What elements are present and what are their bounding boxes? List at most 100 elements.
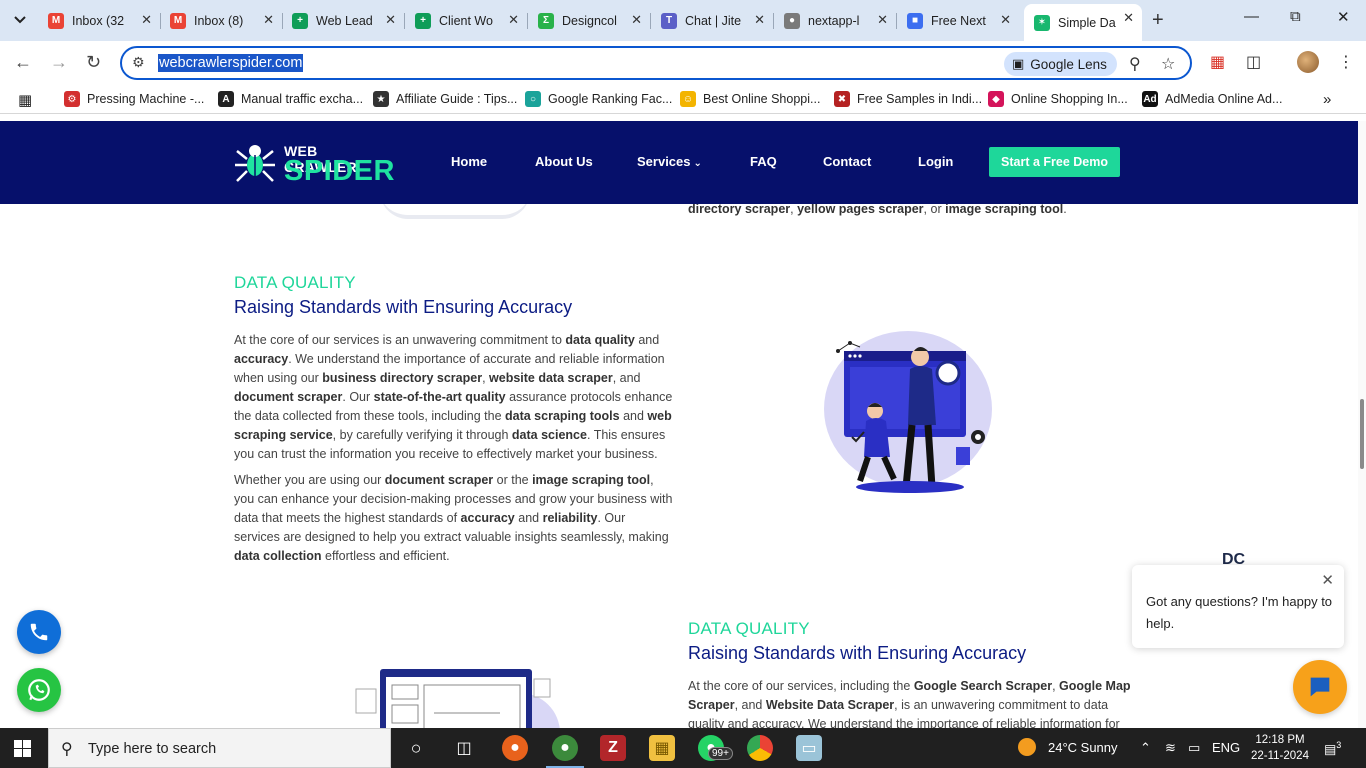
text-run: , <box>482 371 490 385</box>
nav-services[interactable]: Services ⌄ <box>637 154 702 169</box>
file-explorer-icon[interactable]: ▦ <box>649 735 675 761</box>
close-tab-icon[interactable]: ✕ <box>754 12 765 28</box>
bookmark-item[interactable]: ○ Google Ranking Fac... <box>525 91 672 107</box>
task-view-icon[interactable]: ◫ <box>451 735 477 761</box>
windows-start-icon[interactable] <box>14 740 31 757</box>
firefox-icon[interactable]: ● <box>502 735 528 761</box>
weather-icon[interactable] <box>1018 738 1036 759</box>
weather-text[interactable]: 24°C Sunny <box>1048 740 1118 755</box>
more-bookmarks-icon[interactable]: » <box>1323 91 1331 108</box>
browser-tab[interactable]: + Web Lead ✕ <box>282 6 405 35</box>
close-tab-icon[interactable]: ✕ <box>877 12 888 28</box>
notification-count: 3 <box>1336 740 1342 750</box>
bookmark-star-icon[interactable]: ☆ <box>1161 54 1175 74</box>
close-tab-icon[interactable]: ✕ <box>631 12 642 28</box>
tab-search-button[interactable] <box>7 8 33 32</box>
menu-kebab-icon[interactable]: ⋮ <box>1338 52 1354 72</box>
bookmark-item[interactable]: ☺ Best Online Shoppi... <box>680 91 820 107</box>
close-tab-icon[interactable]: ✕ <box>385 12 396 28</box>
scrollbar-thumb[interactable] <box>1360 399 1364 469</box>
back-icon[interactable]: ← <box>14 52 32 73</box>
browser-tab[interactable]: ● nextapp-l ✕ <box>774 6 897 35</box>
google-lens-button[interactable]: ▣ Google Lens <box>1004 52 1117 76</box>
taskbar-search-box[interactable]: ⚲ Type here to search <box>48 728 391 768</box>
chevron-down-icon <box>14 16 26 24</box>
omnibox[interactable]: ⚙ webcrawlerspider.com ▣ Google Lens ⚲ ☆ <box>120 46 1192 80</box>
language-indicator[interactable]: ENG <box>1212 740 1240 755</box>
browser-tab[interactable]: M Inbox (32 ✕ <box>38 6 161 35</box>
chat-launcher-button[interactable] <box>1293 660 1347 714</box>
bookmark-item[interactable]: ★ Affiliate Guide : Tips... <box>373 91 517 107</box>
browser-tab[interactable]: + Client Wo ✕ <box>405 6 528 35</box>
close-tab-icon[interactable]: ✕ <box>1000 12 1011 28</box>
clock-date: 22-11-2024 <box>1251 750 1309 762</box>
bookmark-item[interactable]: ◆ Online Shopping In... <box>988 91 1128 107</box>
bold-text: Website Data Scraper <box>765 698 895 712</box>
profile-avatar[interactable] <box>1297 51 1319 73</box>
browser-tab[interactable]: Σ Designcol ✕ <box>528 6 651 35</box>
notifications-icon[interactable]: ▤3 <box>1324 740 1341 757</box>
nav-contact[interactable]: Contact <box>823 154 871 169</box>
close-tab-icon[interactable]: ✕ <box>263 12 274 28</box>
tab-title: nextapp-l <box>808 13 860 28</box>
page-scrollbar[interactable] <box>1358 121 1366 728</box>
browser-tab[interactable]: ■ Free Next ✕ <box>897 6 1019 35</box>
text-run: and <box>634 333 660 347</box>
reload-icon[interactable]: ↻ <box>86 52 101 73</box>
close-window-icon[interactable]: ✕ <box>1337 8 1350 26</box>
browser-tab[interactable]: ✶ Simple Da ✕ <box>1024 4 1142 41</box>
url-text[interactable]: webcrawlerspider.com <box>158 54 304 72</box>
nav-faq[interactable]: FAQ <box>750 154 777 169</box>
bookmark-item[interactable]: A Manual traffic excha... <box>218 91 363 107</box>
close-tab-icon[interactable]: ✕ <box>141 12 152 28</box>
start-free-demo-button[interactable]: Start a Free Demo <box>989 147 1120 177</box>
close-icon[interactable]: ✕ <box>1321 571 1334 589</box>
call-button[interactable] <box>17 610 61 654</box>
bookmark-favicon-icon: Ad <box>1142 91 1158 107</box>
site-logo[interactable]: WEB CRAWLER SPIDER <box>234 139 394 187</box>
cortana-icon[interactable]: ○ <box>403 735 429 761</box>
forward-icon[interactable]: → <box>50 52 68 73</box>
bookmark-label: Online Shopping In... <box>1011 92 1128 106</box>
new-tab-icon[interactable]: + <box>1152 9 1164 32</box>
bookmark-item[interactable]: ⚙ Pressing Machine -... <box>64 91 204 107</box>
bookmark-label: Best Online Shoppi... <box>703 92 821 106</box>
apps-grid-icon[interactable]: ▦ <box>18 91 32 109</box>
whatsapp-button[interactable] <box>17 668 61 712</box>
chevron-down-icon: ⌄ <box>693 158 702 169</box>
tab-title: Free Next <box>931 13 986 28</box>
nav-about-us[interactable]: About Us <box>535 154 593 169</box>
bookmark-label: Manual traffic excha... <box>241 92 364 106</box>
bookmark-item[interactable]: ✖ Free Samples in Indi... <box>834 91 982 107</box>
close-tab-icon[interactable]: ✕ <box>1123 10 1134 26</box>
system-clock[interactable]: 12:18 PM 22-11-2024 <box>1250 732 1310 764</box>
minimize-icon[interactable]: — <box>1244 8 1259 25</box>
bookmark-favicon-icon: A <box>218 91 234 107</box>
bookmark-item[interactable]: Ad AdMedia Online Ad... <box>1142 91 1282 107</box>
bookmark-favicon-icon: ✖ <box>834 91 850 107</box>
close-tab-icon[interactable]: ✕ <box>508 12 519 28</box>
section-paragraph: At the core of our services, including t… <box>688 677 1133 728</box>
chrome-profile-icon[interactable]: ● <box>546 735 584 768</box>
chat-bubble-icon <box>1310 677 1330 697</box>
zoom-icon[interactable]: ⚲ <box>1129 54 1141 74</box>
bold-text: document scraper <box>234 390 343 404</box>
browser-tab[interactable]: M Inbox (8) ✕ <box>160 6 283 35</box>
chrome-icon[interactable] <box>747 735 773 761</box>
extension-icon[interactable]: ▦ <box>1210 52 1225 72</box>
nav-home[interactable]: Home <box>451 154 487 169</box>
remote-desktop-icon[interactable]: ▭ <box>796 735 822 761</box>
network-icon[interactable]: ≋ <box>1165 740 1176 756</box>
battery-icon[interactable]: ▭ <box>1188 740 1200 756</box>
restore-icon[interactable]: ⧉ <box>1290 8 1301 25</box>
text-run: effortless and efficient. <box>321 549 450 563</box>
nav-login[interactable]: Login <box>918 154 953 169</box>
extensions-puzzle-icon[interactable]: ◫ <box>1246 52 1261 72</box>
browser-tab[interactable]: T Chat | Jite ✕ <box>651 6 774 35</box>
bookmark-favicon-icon: ⚙ <box>64 91 80 107</box>
address-bar: ← → ↻ ⚙ webcrawlerspider.com ▣ Google Le… <box>0 41 1366 85</box>
show-hidden-icons-icon[interactable]: ⌃ <box>1140 740 1151 756</box>
filezilla-icon[interactable]: Z <box>600 735 626 761</box>
bold-text: data quality <box>565 333 635 347</box>
site-settings-icon[interactable]: ⚙ <box>132 54 145 71</box>
